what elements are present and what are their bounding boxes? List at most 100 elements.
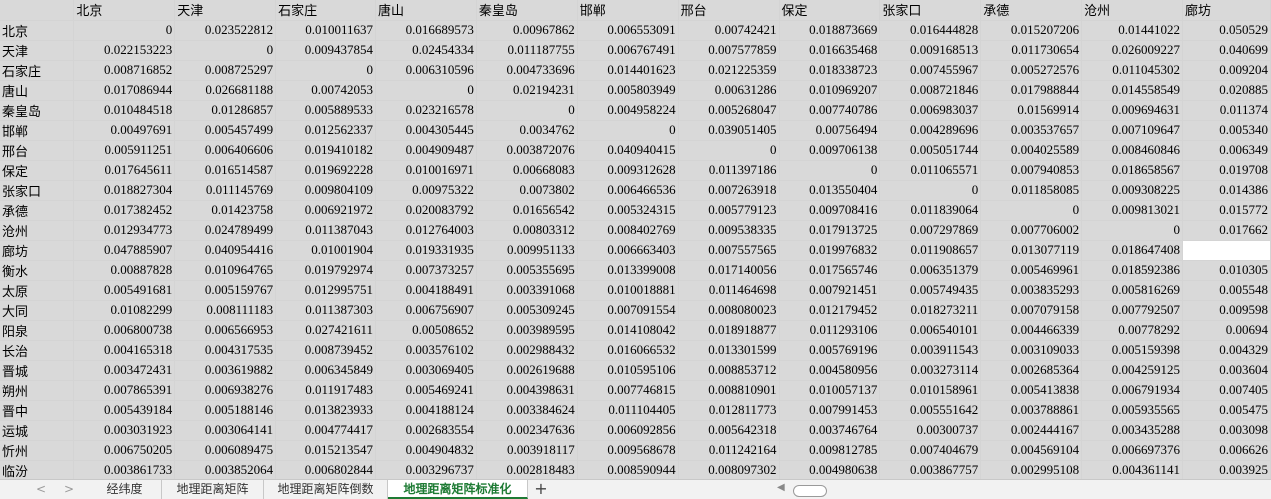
data-cell[interactable]: 0 [1081,220,1184,241]
data-cell[interactable]: 0.002988432 [476,340,578,361]
data-cell[interactable]: 0.01441022 [1081,20,1184,41]
data-cell[interactable]: 0.007746815 [577,380,679,401]
data-cell[interactable]: 0.013301599 [678,340,780,361]
data-cell[interactable]: 0.016689573 [375,20,477,41]
data-cell[interactable]: 0.0034762 [476,120,578,141]
data-cell[interactable]: 0.011187755 [476,40,578,61]
data-cell[interactable]: 0.003911543 [879,340,982,361]
data-cell[interactable]: 0.011045302 [1081,60,1184,81]
row-header[interactable]: 张家口 [0,180,75,201]
sheet-tab-distance-normalized[interactable]: 地理距离矩阵标准化 [388,480,528,499]
data-cell[interactable]: 0.015207206 [980,20,1083,41]
data-cell[interactable]: 0.008810901 [678,380,780,401]
row-header[interactable]: 唐山 [0,80,75,101]
row-header[interactable]: 承德 [0,200,75,221]
column-header[interactable]: 天津 [174,0,277,21]
data-cell[interactable]: 0.003835293 [980,280,1083,301]
data-cell[interactable]: 0.008739452 [275,340,377,361]
data-cell[interactable]: 0.006092856 [577,420,679,441]
data-cell[interactable]: 0.006983037 [879,100,982,121]
data-cell[interactable]: 0.007940853 [980,160,1083,181]
data-cell[interactable]: 0.004958224 [577,100,679,121]
data-cell[interactable]: 0.006310596 [375,60,477,81]
row-header[interactable]: 石家庄 [0,60,75,81]
row-header[interactable]: 廊坊 [0,240,75,261]
data-cell[interactable]: 0.005475 [1182,400,1271,421]
data-cell[interactable]: 0 [779,160,881,181]
data-cell[interactable]: 0.008080023 [678,300,780,321]
sheet-tab-coordinates[interactable]: 经纬度 [88,480,162,499]
data-cell[interactable]: 0.006345849 [275,360,377,381]
data-cell[interactable]: 0.011242164 [678,440,780,461]
data-cell[interactable]: 0.004904832 [375,440,477,461]
data-cell[interactable]: 0.024789499 [174,220,277,241]
data-cell[interactable]: 0.040699 [1182,40,1271,61]
data-cell[interactable]: 0.014558549 [1081,80,1184,101]
data-cell[interactable]: 0.003435288 [1081,420,1184,441]
data-cell[interactable]: 0.026681188 [174,80,277,101]
data-cell[interactable]: 0.019410182 [275,140,377,161]
data-cell[interactable]: 0.006540101 [879,320,982,341]
data-cell[interactable]: 0.007405 [1182,380,1271,401]
data-cell[interactable]: 0.018918877 [678,320,780,341]
data-cell[interactable]: 0.003746764 [779,420,881,441]
data-cell[interactable]: 0.003064141 [174,420,277,441]
data-cell[interactable]: 0.014401623 [577,60,679,81]
data-cell[interactable]: 0.011730654 [980,40,1083,61]
data-cell[interactable]: 0.007404679 [879,440,982,461]
data-cell[interactable]: 0.012562337 [275,120,377,141]
data-cell[interactable]: 0.003852064 [174,460,277,479]
data-cell[interactable]: 0.006349 [1182,140,1271,161]
data-cell[interactable]: 0.004259125 [1081,360,1184,381]
data-cell[interactable]: 0 [678,140,780,161]
spreadsheet-grid[interactable]: 北京 天津 石家庄 唐山 秦皇岛 邯郸 邢台 保定 张家口 承德 沧州 廊坊 北京 0 0.02352281… [0,0,1271,479]
data-cell[interactable]: 0.004329 [1182,340,1271,361]
data-cell[interactable]: 0.005642318 [678,420,780,441]
data-cell[interactable]: 0.006767491 [577,40,679,61]
data-cell[interactable]: 0.027421611 [275,320,377,341]
data-cell[interactable]: 0.004909487 [375,140,477,161]
data-cell[interactable]: 0.008097302 [678,460,780,479]
column-header[interactable]: 承德 [980,0,1083,21]
data-cell[interactable]: 0.002818483 [476,460,578,479]
data-cell[interactable]: 0.008721846 [879,80,982,101]
data-cell[interactable]: 0.018658567 [1081,160,1184,181]
data-cell[interactable]: 0.011397186 [678,160,780,181]
data-cell[interactable]: 0.013077119 [980,240,1083,261]
data-cell[interactable]: 0.005188146 [174,400,277,421]
data-cell[interactable]: 0.047885907 [73,240,176,261]
data-cell[interactable]: 0.018647408 [1081,240,1184,261]
data-cell[interactable]: 0.021225359 [678,60,780,81]
data-cell[interactable]: 0.007079158 [980,300,1083,321]
data-cell[interactable]: 0.003867757 [879,460,982,479]
data-cell[interactable]: 0.009308225 [1081,180,1184,201]
data-cell[interactable]: 0.004361141 [1081,460,1184,479]
data-cell[interactable]: 0.005272576 [980,60,1083,81]
data-cell[interactable]: 0.00803312 [476,220,578,241]
data-cell[interactable]: 0 [174,40,277,61]
data-cell[interactable]: 0.006466536 [577,180,679,201]
data-cell[interactable]: 0.007921451 [779,280,881,301]
data-cell[interactable]: 0.002619688 [476,360,578,381]
data-cell[interactable]: 0.004188124 [375,400,477,421]
data-cell[interactable]: 0.003069405 [375,360,477,381]
data-cell[interactable]: 0.003384624 [476,400,578,421]
data-cell[interactable]: 0.004165318 [73,340,176,361]
data-cell[interactable]: 0.005355695 [476,260,578,281]
data-cell[interactable]: 0.010964765 [174,260,277,281]
data-cell[interactable]: 0.013399008 [577,260,679,281]
data-cell[interactable]: 0.006626 [1182,440,1271,461]
data-cell[interactable]: 0.005340 [1182,120,1271,141]
corner-cell[interactable] [0,0,75,21]
data-cell[interactable]: 0 [476,100,578,121]
data-cell[interactable]: 0.005749435 [879,280,982,301]
column-header[interactable]: 沧州 [1081,0,1184,21]
data-cell[interactable]: 0.01001904 [275,240,377,261]
row-header[interactable]: 长治 [0,340,75,361]
data-cell[interactable]: 0.018827304 [73,180,176,201]
data-cell[interactable]: 0.002683554 [375,420,477,441]
row-header[interactable]: 阳泉 [0,320,75,341]
data-cell[interactable]: 0.005551642 [879,400,982,421]
data-cell[interactable]: 0.00631286 [678,80,780,101]
data-cell[interactable]: 0.015772 [1182,200,1271,221]
